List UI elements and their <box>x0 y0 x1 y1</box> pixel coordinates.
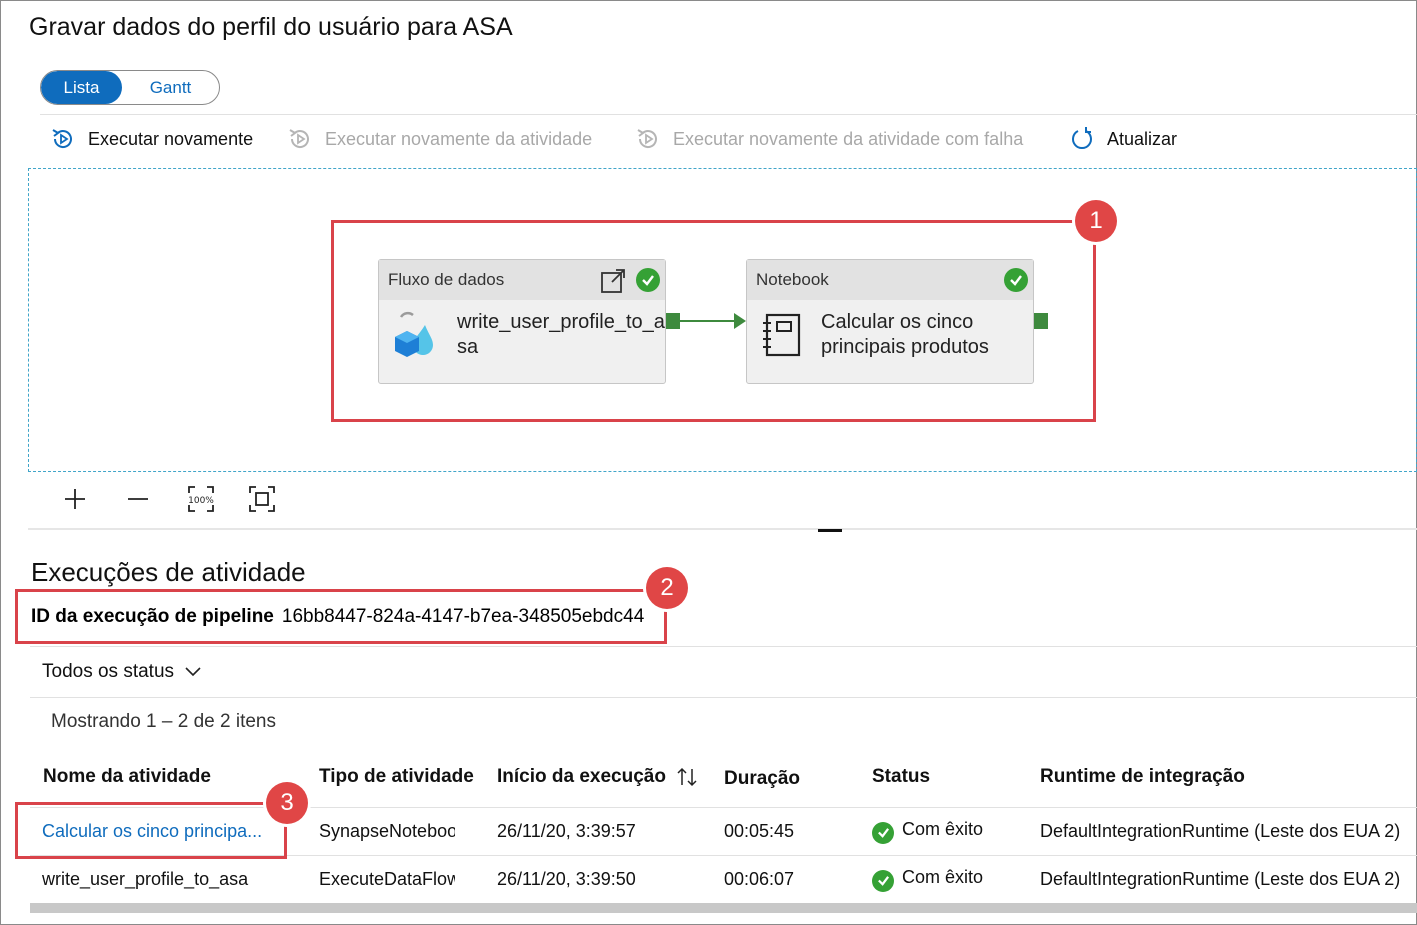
rerun-button[interactable]: Executar novamente <box>50 126 253 152</box>
dataflow-activity-node[interactable]: Fluxo de dados write_user_profile_to_a s… <box>378 259 666 384</box>
refresh-label: Atualizar <box>1107 128 1178 149</box>
node-header: Fluxo de dados <box>379 260 665 300</box>
rerun-from-activity-icon <box>289 129 309 148</box>
annotation-box-3 <box>15 802 287 859</box>
activity-name-cell[interactable]: write_user_profile_to_asa <box>42 869 282 890</box>
svg-text:100%: 100% <box>188 496 214 506</box>
success-check-icon <box>636 268 660 292</box>
open-external-icon[interactable] <box>600 268 626 294</box>
activity-start-cell: 26/11/20, 3:39:50 <box>497 869 636 889</box>
success-check-icon <box>872 821 894 844</box>
rerun-failed-button[interactable]: Executar novamente da atividade com falh… <box>635 126 1023 152</box>
success-check-icon <box>872 869 894 892</box>
node-type-label: Notebook <box>756 270 829 289</box>
node-type-label: Fluxo de dados <box>388 270 505 289</box>
column-header-name[interactable]: Nome da atividade <box>43 766 211 788</box>
section-separator <box>30 646 1417 647</box>
node-output-port[interactable] <box>666 313 680 329</box>
activity-duration-cell: 00:06:07 <box>724 869 795 889</box>
node-body: write_user_profile_to_a sa <box>379 300 665 360</box>
page-title: Gravar dados do perfil do usuário para A… <box>29 13 513 41</box>
annotation-badge-2: 2 <box>646 567 688 609</box>
node-name: Calcular os cinco principais produtos <box>821 311 989 358</box>
column-header-start[interactable]: Início da execução <box>497 766 698 788</box>
rerun-failed-label: Executar novamente da atividade com falh… <box>673 128 1024 149</box>
activity-runtime-cell: DefaultIntegrationRuntime (Leste dos EUA… <box>1040 821 1401 841</box>
activity-status-cell: Com êxito <box>872 819 983 844</box>
zoom-in-icon[interactable] <box>60 484 90 514</box>
filter-separator <box>30 697 1417 698</box>
toggle-gantt-button[interactable]: Gantt <box>122 71 219 104</box>
status-filter-label: Todos os status <box>42 661 175 682</box>
column-header-status[interactable]: Status <box>872 766 930 788</box>
zoom-100-icon[interactable]: 100% <box>186 484 216 514</box>
success-check-icon <box>1004 268 1028 292</box>
pane-resize-handle[interactable] <box>818 529 842 532</box>
activity-type-cell: SynapseNotebook <box>319 821 455 841</box>
node-output-port[interactable] <box>1034 313 1048 329</box>
column-header-duration[interactable]: Duração <box>724 768 800 790</box>
chevron-down-icon <box>185 667 201 677</box>
activity-start-cell: 26/11/20, 3:39:57 <box>497 821 636 841</box>
annotation-badge-3: 3 <box>266 782 308 824</box>
activity-status-cell: Com êxito <box>872 867 983 892</box>
toolbar-separator <box>40 114 1417 115</box>
activity-runtime-cell: DefaultIntegrationRuntime (Leste dos EUA… <box>1040 869 1401 889</box>
notebook-icon <box>763 313 801 357</box>
toggle-list-button[interactable]: Lista <box>41 71 122 104</box>
status-filter-dropdown[interactable]: Todos os status <box>42 661 202 683</box>
view-toggle: Lista Gantt <box>40 70 220 105</box>
pipeline-run-id-label: ID da execução de pipeline <box>31 606 274 627</box>
column-header-type[interactable]: Tipo de atividade <box>319 766 474 788</box>
column-header-runtime[interactable]: Runtime de integração <box>1040 766 1245 788</box>
node-name: write_user_profile_to_a sa <box>457 311 665 358</box>
refresh-icon <box>1072 127 1092 150</box>
zoom-out-icon[interactable] <box>123 484 153 514</box>
node-body: Calcular os cinco principais produtos <box>747 300 1033 360</box>
activity-type-cell: ExecuteDataFlow <box>319 869 455 889</box>
pane-divider <box>28 528 1417 530</box>
items-count-text: Mostrando 1 – 2 de 2 itens <box>51 711 276 732</box>
rerun-failed-icon <box>637 129 657 148</box>
dataflow-icon <box>395 311 433 357</box>
annotation-badge-1: 1 <box>1075 200 1117 242</box>
fit-to-screen-icon[interactable] <box>247 484 277 514</box>
refresh-button[interactable]: Atualizar <box>1069 126 1177 152</box>
pipeline-run-id: ID da execução de pipeline 16bb8447-824a… <box>31 606 644 628</box>
rerun-from-activity-label: Executar novamente da atividade <box>325 128 593 149</box>
node-header: Notebook <box>747 260 1033 300</box>
activity-duration-cell: 00:05:45 <box>724 821 795 841</box>
activity-runs-title: Execuções de atividade <box>31 557 306 587</box>
rerun-label: Executar novamente <box>88 128 254 149</box>
horizontal-scrollbar[interactable] <box>30 903 1417 913</box>
notebook-activity-node[interactable]: Notebook Calcular os cinco principais pr… <box>746 259 1034 384</box>
sort-icon[interactable] <box>676 767 698 787</box>
rerun-from-activity-button[interactable]: Executar novamente da atividade <box>287 126 592 152</box>
success-connector-arrow <box>680 313 746 329</box>
column-header-start-label: Início da execução <box>497 766 666 787</box>
pipeline-run-id-value: 16bb8447-824a-4147-b7ea-348505ebdc44 <box>281 606 645 627</box>
rerun-icon <box>52 129 72 148</box>
